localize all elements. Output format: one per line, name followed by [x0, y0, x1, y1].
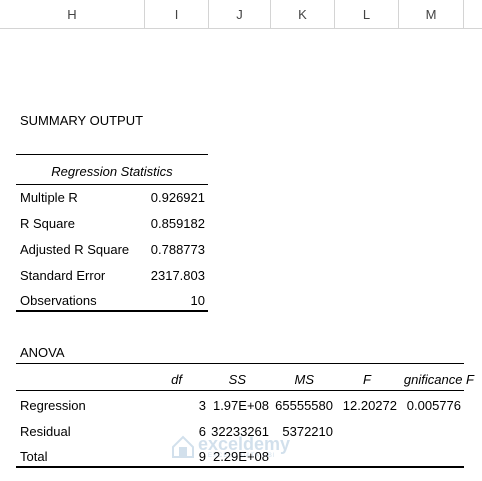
stats-top-border	[16, 154, 208, 155]
anova-label-total[interactable]: Total	[20, 447, 47, 467]
stat-value-observations[interactable]: 10	[130, 291, 205, 311]
summary-title[interactable]: SUMMARY OUTPUT	[20, 111, 143, 131]
anova-title[interactable]: ANOVA	[20, 343, 65, 363]
column-header-m[interactable]: M	[399, 0, 464, 28]
watermark-name: exceldemy	[198, 434, 291, 454]
anova-header-significance-f[interactable]: gnificance F	[395, 370, 474, 390]
regression-stats-header[interactable]: Regression Statistics	[16, 162, 208, 182]
stat-value-standard-error[interactable]: 2317.803	[130, 266, 205, 286]
stat-value-multiple-r[interactable]: 0.926921	[130, 188, 205, 208]
column-header-h[interactable]: H	[0, 0, 145, 28]
anova-header-ms[interactable]: MS	[271, 370, 315, 390]
stat-label-multiple-r[interactable]: Multiple R	[20, 188, 78, 208]
stat-label-observations[interactable]: Observations	[20, 291, 97, 311]
exceldemy-watermark: exceldemy EXCEL · DATA · BI	[170, 432, 320, 462]
column-header-j[interactable]: J	[209, 0, 271, 28]
column-header-l[interactable]: L	[335, 0, 399, 28]
anova-ms-regression[interactable]: 65555580	[271, 396, 333, 416]
stats-bottom-border	[16, 310, 208, 312]
anova-header-df[interactable]: df	[145, 370, 182, 390]
column-header-i[interactable]: I	[145, 0, 209, 28]
stat-label-standard-error[interactable]: Standard Error	[20, 266, 105, 286]
anova-top-border	[16, 363, 464, 364]
anova-bottom-border	[16, 466, 464, 468]
anova-header-border	[16, 390, 464, 391]
anova-label-residual[interactable]: Residual	[20, 422, 71, 442]
stat-label-adjusted-r-square[interactable]: Adjusted R Square	[20, 240, 129, 260]
stat-label-r-square[interactable]: R Square	[20, 214, 75, 234]
watermark-tagline: EXCEL · DATA · BI	[208, 453, 276, 459]
exceldemy-logo-icon	[172, 435, 194, 458]
stat-value-r-square[interactable]: 0.859182	[130, 214, 205, 234]
anova-df-regression[interactable]: 3	[145, 396, 206, 416]
column-header-k[interactable]: K	[271, 0, 335, 28]
anova-header-f[interactable]: F	[335, 370, 371, 390]
column-header-bar: H I J K L M	[0, 0, 482, 29]
stat-value-adjusted-r-square[interactable]: 0.788773	[130, 240, 205, 260]
anova-ss-regression[interactable]: 1.97E+08	[209, 396, 269, 416]
stats-header-border	[16, 184, 208, 185]
anova-f-regression[interactable]: 12.20272	[335, 396, 397, 416]
anova-header-ss[interactable]: SS	[209, 370, 246, 390]
anova-sigf-regression[interactable]: 0.005776	[399, 396, 461, 416]
anova-label-regression[interactable]: Regression	[20, 396, 86, 416]
